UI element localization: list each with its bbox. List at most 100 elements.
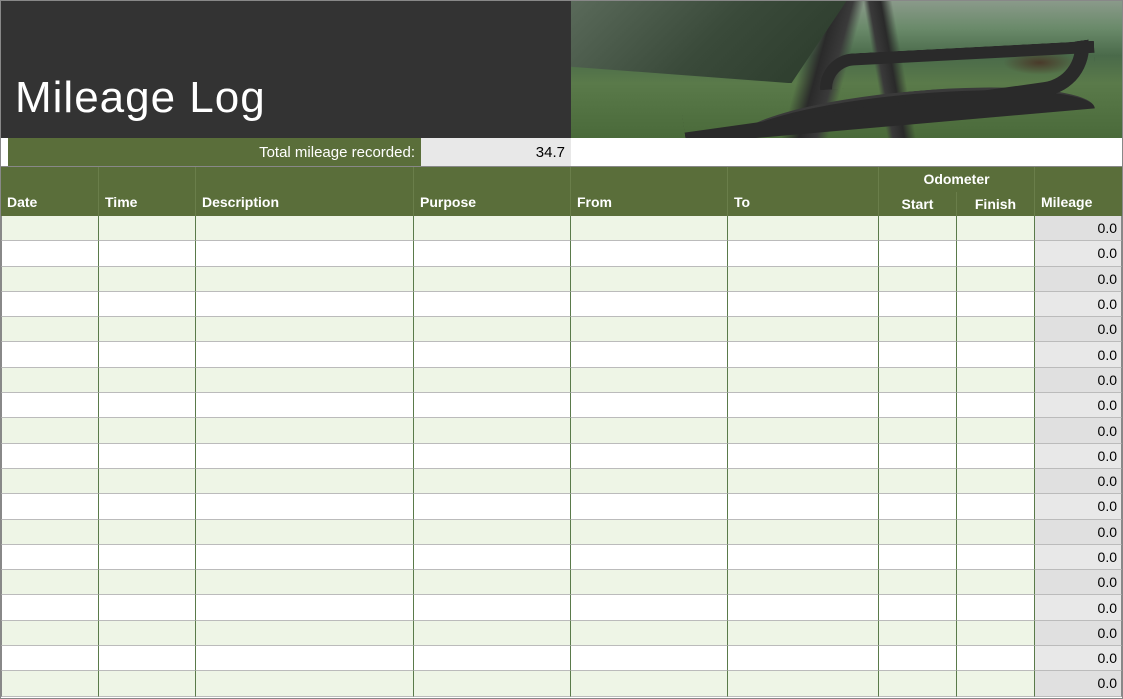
cell-description[interactable]	[196, 368, 414, 393]
cell-to[interactable]	[728, 342, 879, 367]
cell-from[interactable]	[571, 267, 728, 292]
cell-description[interactable]	[196, 494, 414, 519]
cell-date[interactable]	[1, 520, 99, 545]
cell-from[interactable]	[571, 216, 728, 241]
cell-start[interactable]	[879, 494, 957, 519]
cell-from[interactable]	[571, 494, 728, 519]
cell-description[interactable]	[196, 570, 414, 595]
cell-finish[interactable]	[957, 216, 1035, 241]
cell-description[interactable]	[196, 267, 414, 292]
cell-to[interactable]	[728, 646, 879, 671]
cell-purpose[interactable]	[414, 292, 571, 317]
cell-time[interactable]	[99, 241, 196, 266]
cell-date[interactable]	[1, 317, 99, 342]
cell-start[interactable]	[879, 520, 957, 545]
cell-start[interactable]	[879, 671, 957, 696]
cell-start[interactable]	[879, 342, 957, 367]
cell-from[interactable]	[571, 292, 728, 317]
cell-finish[interactable]	[957, 241, 1035, 266]
cell-description[interactable]	[196, 292, 414, 317]
cell-time[interactable]	[99, 545, 196, 570]
cell-from[interactable]	[571, 469, 728, 494]
cell-from[interactable]	[571, 621, 728, 646]
cell-finish[interactable]	[957, 342, 1035, 367]
cell-from[interactable]	[571, 520, 728, 545]
cell-date[interactable]	[1, 595, 99, 620]
cell-finish[interactable]	[957, 646, 1035, 671]
cell-description[interactable]	[196, 317, 414, 342]
cell-date[interactable]	[1, 393, 99, 418]
cell-start[interactable]	[879, 216, 957, 241]
cell-to[interactable]	[728, 545, 879, 570]
cell-purpose[interactable]	[414, 646, 571, 671]
cell-start[interactable]	[879, 393, 957, 418]
cell-finish[interactable]	[957, 292, 1035, 317]
cell-description[interactable]	[196, 671, 414, 696]
cell-from[interactable]	[571, 418, 728, 443]
cell-date[interactable]	[1, 292, 99, 317]
cell-date[interactable]	[1, 241, 99, 266]
cell-start[interactable]	[879, 444, 957, 469]
cell-to[interactable]	[728, 241, 879, 266]
cell-purpose[interactable]	[414, 444, 571, 469]
cell-description[interactable]	[196, 595, 414, 620]
cell-description[interactable]	[196, 621, 414, 646]
cell-description[interactable]	[196, 342, 414, 367]
cell-time[interactable]	[99, 216, 196, 241]
cell-date[interactable]	[1, 621, 99, 646]
cell-purpose[interactable]	[414, 671, 571, 696]
cell-description[interactable]	[196, 646, 414, 671]
cell-purpose[interactable]	[414, 393, 571, 418]
cell-date[interactable]	[1, 469, 99, 494]
cell-start[interactable]	[879, 595, 957, 620]
cell-finish[interactable]	[957, 418, 1035, 443]
cell-start[interactable]	[879, 267, 957, 292]
cell-purpose[interactable]	[414, 241, 571, 266]
cell-to[interactable]	[728, 469, 879, 494]
cell-start[interactable]	[879, 570, 957, 595]
cell-finish[interactable]	[957, 368, 1035, 393]
cell-date[interactable]	[1, 418, 99, 443]
cell-finish[interactable]	[957, 570, 1035, 595]
cell-time[interactable]	[99, 570, 196, 595]
cell-to[interactable]	[728, 494, 879, 519]
cell-to[interactable]	[728, 317, 879, 342]
cell-from[interactable]	[571, 545, 728, 570]
cell-to[interactable]	[728, 267, 879, 292]
cell-finish[interactable]	[957, 267, 1035, 292]
cell-time[interactable]	[99, 393, 196, 418]
cell-time[interactable]	[99, 292, 196, 317]
cell-to[interactable]	[728, 570, 879, 595]
cell-finish[interactable]	[957, 595, 1035, 620]
cell-purpose[interactable]	[414, 570, 571, 595]
cell-time[interactable]	[99, 595, 196, 620]
cell-to[interactable]	[728, 393, 879, 418]
cell-time[interactable]	[99, 267, 196, 292]
cell-finish[interactable]	[957, 494, 1035, 519]
cell-date[interactable]	[1, 545, 99, 570]
cell-description[interactable]	[196, 216, 414, 241]
cell-purpose[interactable]	[414, 621, 571, 646]
cell-time[interactable]	[99, 671, 196, 696]
cell-purpose[interactable]	[414, 595, 571, 620]
cell-purpose[interactable]	[414, 317, 571, 342]
cell-time[interactable]	[99, 342, 196, 367]
cell-finish[interactable]	[957, 444, 1035, 469]
cell-finish[interactable]	[957, 545, 1035, 570]
cell-to[interactable]	[728, 520, 879, 545]
cell-purpose[interactable]	[414, 216, 571, 241]
cell-purpose[interactable]	[414, 418, 571, 443]
cell-time[interactable]	[99, 469, 196, 494]
cell-start[interactable]	[879, 469, 957, 494]
cell-from[interactable]	[571, 595, 728, 620]
cell-to[interactable]	[728, 595, 879, 620]
cell-finish[interactable]	[957, 671, 1035, 696]
cell-to[interactable]	[728, 671, 879, 696]
cell-date[interactable]	[1, 267, 99, 292]
cell-to[interactable]	[728, 444, 879, 469]
cell-from[interactable]	[571, 393, 728, 418]
cell-purpose[interactable]	[414, 545, 571, 570]
cell-from[interactable]	[571, 241, 728, 266]
cell-finish[interactable]	[957, 520, 1035, 545]
cell-time[interactable]	[99, 494, 196, 519]
